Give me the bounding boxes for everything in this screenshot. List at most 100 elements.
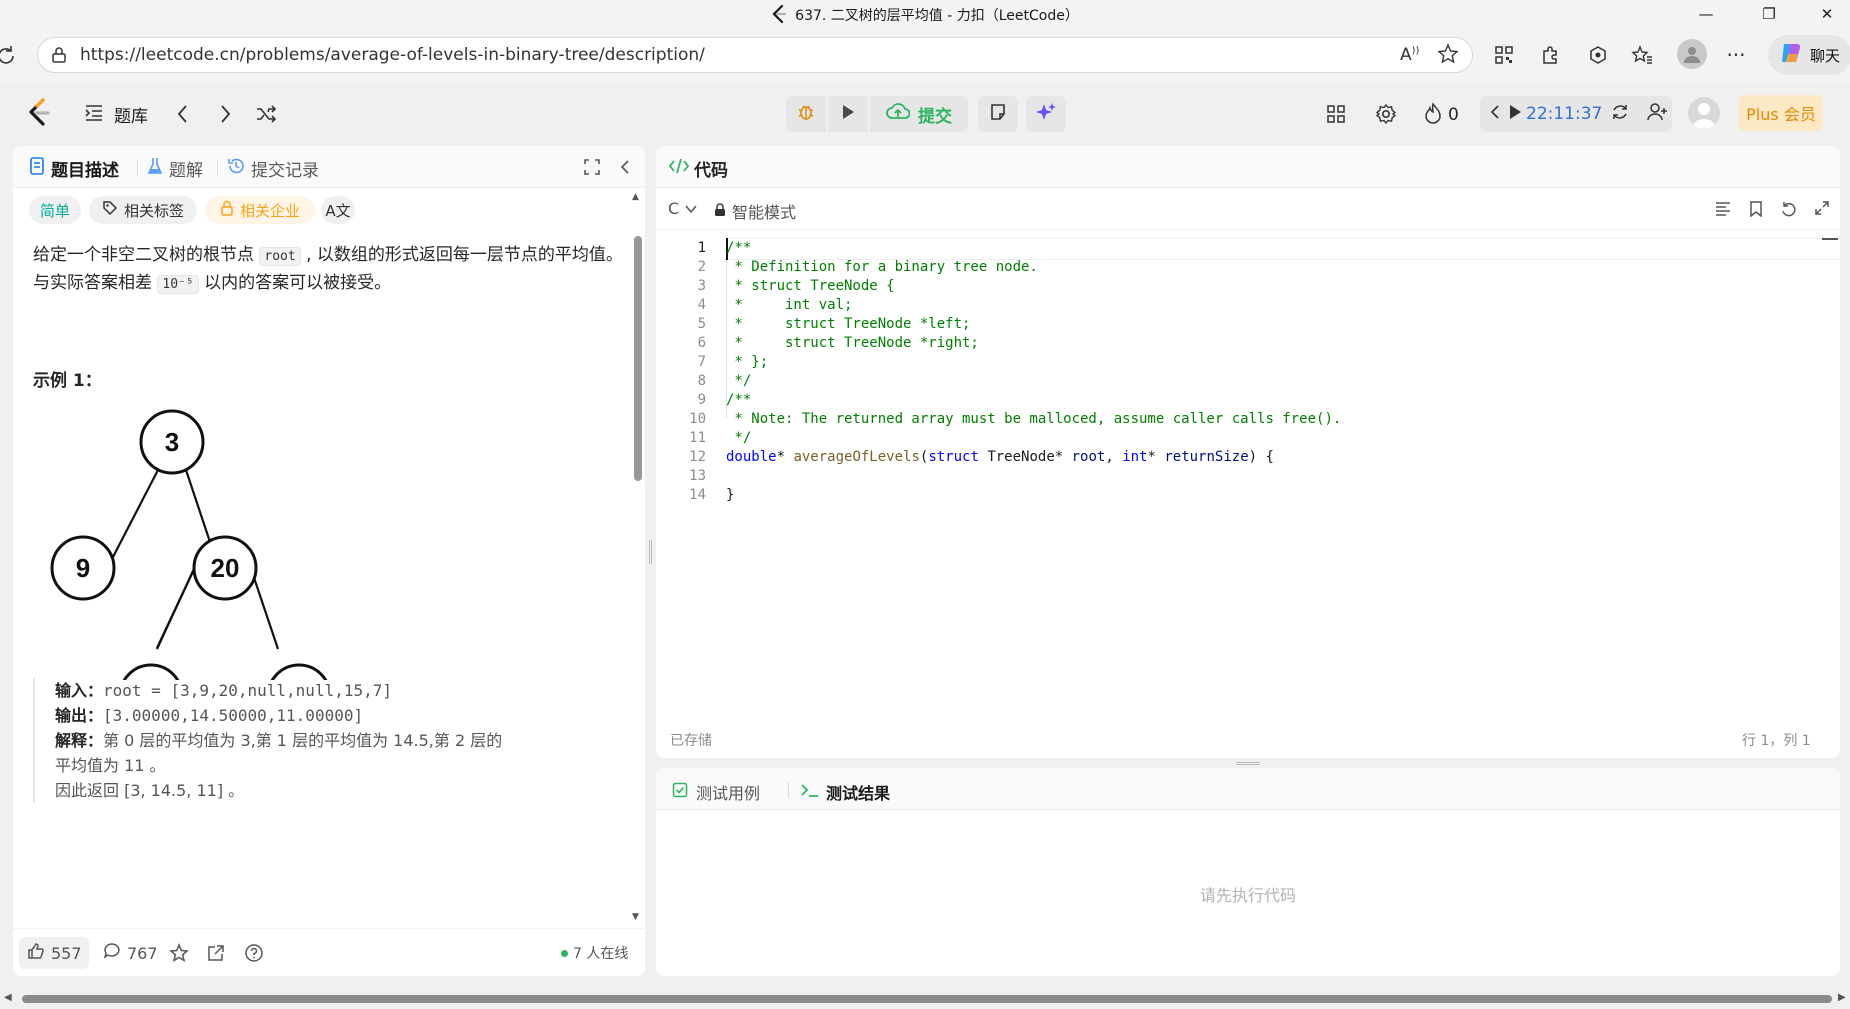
code-tolerance: 10⁻⁵	[157, 275, 199, 294]
editor-toolbar: C 智能模式	[656, 188, 1840, 230]
problem-description: 给定一个非空二叉树的根节点 root , 以数组的形式返回每一层节点的平均值。与…	[33, 245, 623, 294]
scroll-up-arrow-icon[interactable]: ▲	[632, 192, 639, 202]
scroll-right-arrow-icon[interactable]: ▶	[1838, 992, 1846, 1003]
horizontal-scrollbar-thumb[interactable]	[22, 995, 1832, 1003]
timer-widget[interactable]: 22:11:37	[1480, 96, 1672, 132]
code-line: * struct TreeNode {	[726, 278, 895, 294]
problem-tabs: 题目描述 题解 提交记录	[13, 146, 645, 188]
qr-code-icon[interactable]	[1492, 43, 1516, 67]
tab-test-result[interactable]: 测试结果	[800, 780, 890, 804]
scrollbar-thumb[interactable]	[634, 236, 642, 481]
example-explanation: 平均值为 11 。	[55, 756, 166, 775]
description-scrollbar[interactable]: ▲ ▼	[632, 192, 642, 922]
smart-mode-toggle[interactable]: 智能模式	[714, 199, 796, 223]
close-window-button[interactable]: ✕	[1804, 0, 1850, 28]
like-button[interactable]: 557	[19, 937, 89, 969]
tab-submissions[interactable]: 提交记录	[227, 156, 319, 181]
user-avatar[interactable]	[1688, 97, 1720, 129]
cursor-position: 行 1，列 1	[1742, 733, 1811, 749]
random-problem-icon[interactable]	[255, 104, 277, 128]
related-companies-button[interactable]: 相关企业	[205, 196, 315, 224]
favorites-icon[interactable]	[1630, 43, 1654, 67]
browser-essentials-icon[interactable]	[1586, 43, 1610, 67]
leetcode-navbar: 题库 提交 0 22:11:37 Plus 会员	[0, 82, 1850, 144]
related-tags-button[interactable]: 相关标签	[89, 196, 197, 224]
comments-button[interactable]: 767	[103, 937, 158, 969]
scroll-left-arrow-icon[interactable]: ◀	[4, 992, 12, 1003]
tag-icon	[102, 200, 118, 220]
more-options-icon[interactable]: ···	[1724, 43, 1748, 67]
extensions-icon[interactable]	[1538, 43, 1562, 67]
difficulty-badge[interactable]: 简单	[29, 196, 81, 224]
code-root: root	[259, 247, 301, 266]
code-editor[interactable]: 1 /** 2 * Definition for a binary tree n…	[656, 238, 1840, 678]
refresh-icon[interactable]	[0, 43, 18, 67]
tab-code[interactable]: 代码	[668, 156, 728, 181]
chevron-down-icon	[685, 199, 697, 218]
tab-description[interactable]: 题目描述	[29, 156, 119, 181]
test-panel: 测试用例 测试结果 请先执行代码	[656, 768, 1840, 976]
timer-play-icon[interactable]	[1508, 104, 1522, 124]
problem-list-button[interactable]: 题库	[84, 102, 148, 127]
resize-handle[interactable]	[1236, 762, 1260, 765]
collapse-panel-icon[interactable]	[619, 158, 631, 180]
sparkle-icon	[1035, 101, 1057, 127]
favorite-icon[interactable]	[169, 937, 189, 969]
code-line: * int val;	[726, 297, 853, 313]
leetcode-home-logo-icon[interactable]	[26, 98, 52, 132]
prev-problem-icon[interactable]	[176, 104, 190, 128]
tab-testcase[interactable]: 测试用例	[672, 780, 760, 804]
copilot-chat-button[interactable]: 聊天	[1768, 35, 1850, 75]
online-count: 7 人在线	[561, 937, 628, 969]
translate-icon[interactable]: A文	[321, 196, 355, 224]
cloud-upload-icon	[886, 102, 911, 127]
timer-value: 22:11:37	[1526, 104, 1603, 124]
profile-avatar-icon[interactable]	[1677, 39, 1707, 69]
page-horizontal-scrollbar[interactable]: ◀ ▶	[0, 990, 1850, 1009]
layout-grid-icon[interactable]	[1326, 104, 1346, 128]
flame-icon	[1424, 102, 1442, 128]
bookmark-icon[interactable]	[1748, 200, 1764, 222]
format-code-icon[interactable]	[1714, 200, 1732, 222]
history-icon	[227, 157, 245, 180]
collapse-timer-icon[interactable]	[1490, 104, 1500, 124]
address-bar[interactable]: https://leetcode.cn/problems/average-of-…	[37, 37, 1473, 73]
settings-gear-icon[interactable]	[1375, 103, 1397, 129]
next-problem-icon[interactable]	[218, 104, 232, 128]
example-input: root = [3,9,20,null,null,15,7]	[103, 681, 392, 700]
code-line: * Definition for a binary tree node.	[726, 259, 1038, 275]
code-brackets-icon	[668, 157, 690, 180]
add-friend-icon[interactable]	[1646, 102, 1668, 126]
minimize-button[interactable]: —	[1683, 0, 1729, 28]
scroll-down-arrow-icon[interactable]: ▼	[632, 912, 639, 922]
read-aloud-icon[interactable]: A))	[1400, 45, 1419, 65]
current-line-highlight	[726, 238, 1840, 260]
plus-membership-button[interactable]: Plus 会员	[1739, 95, 1823, 131]
maximize-button[interactable]: ❐	[1746, 0, 1792, 28]
binary-tree-diagram: 3 9 20 15 7	[50, 409, 328, 680]
notes-button[interactable]	[978, 96, 1018, 132]
vertical-resize-handle[interactable]	[649, 540, 652, 564]
ai-assistant-button[interactable]	[1026, 96, 1066, 132]
tab-solutions[interactable]: 题解	[147, 156, 203, 181]
test-panel-header: 测试用例 测试结果	[656, 768, 1840, 810]
play-icon	[840, 103, 856, 125]
streak-counter[interactable]: 0	[1424, 102, 1459, 128]
document-icon	[29, 157, 45, 180]
reset-code-icon[interactable]	[1780, 200, 1798, 222]
timer-reset-icon[interactable]	[1610, 102, 1630, 126]
submit-button[interactable]: 提交	[870, 96, 968, 132]
thumbs-up-icon	[27, 942, 45, 964]
expand-editor-icon[interactable]	[1814, 200, 1830, 220]
code-line: * struct TreeNode *right;	[726, 335, 979, 351]
help-icon[interactable]	[244, 937, 264, 969]
language-select[interactable]: C	[668, 199, 697, 218]
debug-button[interactable]	[786, 96, 826, 132]
favorite-star-icon[interactable]	[1437, 43, 1459, 69]
share-icon[interactable]	[206, 937, 226, 969]
site-info-icon[interactable]	[50, 46, 68, 68]
fullscreen-icon[interactable]	[583, 158, 601, 180]
minimap-marker	[1822, 238, 1838, 240]
example-title: 示例 1：	[33, 371, 102, 391]
run-button[interactable]	[828, 96, 868, 132]
